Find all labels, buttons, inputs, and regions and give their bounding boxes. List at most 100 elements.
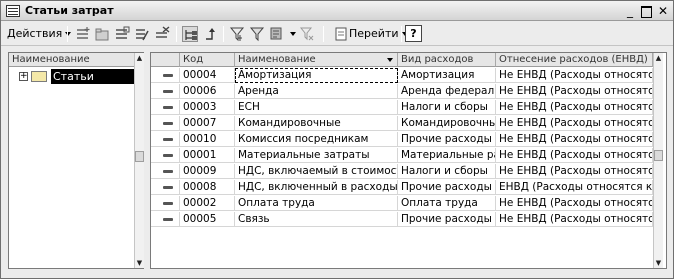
cell-type: Прочие расходы bbox=[398, 180, 496, 195]
table-row[interactable]: 00010 Комиссия посредникам Прочие расход… bbox=[151, 132, 653, 147]
actions-menu[interactable]: Действия bbox=[7, 25, 72, 43]
column-header-type[interactable]: Вид расходов bbox=[398, 53, 496, 67]
chevron-down-icon bbox=[290, 32, 296, 36]
cell-envd: Не ЕНВД (Расходы относятся... bbox=[496, 196, 653, 211]
add-item-icon[interactable] bbox=[75, 26, 91, 42]
cell-type: Налоги и сборы bbox=[398, 164, 496, 179]
item-icon bbox=[163, 122, 173, 125]
table-row[interactable]: 00009 НДС, включаемый в стоимость ... На… bbox=[151, 164, 653, 179]
toolbar-separator bbox=[223, 26, 224, 42]
row-icon-cell bbox=[151, 100, 180, 115]
tree-item-root[interactable]: + Статьи затрат bbox=[9, 68, 135, 98]
cell-type: Амортизация bbox=[398, 68, 496, 83]
cell-name: Материальные затраты bbox=[235, 148, 398, 163]
item-icon bbox=[163, 202, 173, 205]
groups-tree: Наименование + Статьи затрат ▲ ▼ bbox=[8, 52, 144, 269]
cell-type: Оплата труда bbox=[398, 196, 496, 211]
cell-name[interactable]: Амортизация bbox=[235, 68, 398, 83]
filter-history-icon[interactable] bbox=[269, 26, 285, 42]
item-icon bbox=[163, 186, 173, 189]
cell-code: 00010 bbox=[180, 132, 235, 147]
cell-type: Налоги и сборы bbox=[398, 100, 496, 115]
tree-scrollbar[interactable]: ▲ ▼ bbox=[134, 53, 144, 268]
cell-envd: Не ЕНВД (Расходы относятся... bbox=[496, 116, 653, 131]
table-row[interactable]: 00008 НДС, включенный в расходы Прочие р… bbox=[151, 180, 653, 195]
cell-name: НДС, включенный в расходы bbox=[235, 180, 398, 195]
cell-envd: Не ЕНВД (Расходы относятся... bbox=[496, 132, 653, 147]
cell-envd: ЕНВД (Расходы относятся к д... bbox=[496, 180, 653, 195]
set-filter-icon[interactable] bbox=[229, 26, 245, 42]
cell-type: Аренда федераль... bbox=[398, 84, 496, 99]
close-button[interactable]: ✕ bbox=[656, 4, 670, 18]
item-icon bbox=[163, 218, 173, 221]
cell-code: 00005 bbox=[180, 212, 235, 227]
cell-code: 00006 bbox=[180, 84, 235, 99]
item-icon bbox=[163, 74, 173, 77]
tree-column-header[interactable]: Наименование bbox=[9, 53, 135, 67]
actions-label: Действия bbox=[7, 27, 63, 40]
table-row[interactable]: 00003 ЕСН Налоги и сборы Не ЕНВД (Расход… bbox=[151, 100, 653, 115]
minimize-button[interactable]: _ bbox=[623, 4, 637, 18]
add-group-icon[interactable] bbox=[94, 26, 110, 42]
column-header-name[interactable]: Наименование bbox=[235, 53, 398, 67]
filter-history-dropdown[interactable] bbox=[287, 25, 296, 43]
filter-by-value-icon[interactable] bbox=[249, 26, 265, 42]
cell-type: Командировочны... bbox=[398, 116, 496, 131]
copy-icon[interactable] bbox=[114, 26, 130, 42]
column-header-code[interactable]: Код bbox=[180, 53, 235, 67]
column-header-icon bbox=[151, 53, 180, 67]
scroll-up-icon[interactable]: ▲ bbox=[654, 53, 663, 63]
folder-icon bbox=[31, 71, 47, 82]
title-bar: Статьи затрат _ ✕ bbox=[1, 1, 673, 21]
row-icon-cell bbox=[151, 116, 180, 131]
cell-code: 00004 bbox=[180, 68, 235, 83]
cell-envd: Не ЕНВД (Расходы относятся... bbox=[496, 68, 653, 83]
cell-name: ЕСН bbox=[235, 100, 398, 115]
cell-code: 00003 bbox=[180, 100, 235, 115]
row-icon-cell bbox=[151, 132, 180, 147]
column-header-envd[interactable]: Отнесение расходов (ЕНВД) bbox=[496, 53, 653, 67]
item-icon bbox=[163, 138, 173, 141]
table-row[interactable]: 00005 Связь Прочие расходы Не ЕНВД (Расх… bbox=[151, 212, 653, 227]
row-icon-cell bbox=[151, 68, 180, 83]
scroll-thumb[interactable] bbox=[654, 150, 663, 161]
level-up-icon[interactable] bbox=[202, 26, 218, 42]
row-icon-cell bbox=[151, 148, 180, 163]
items-table: Код Наименование Вид расходов Отнесение … bbox=[150, 52, 667, 269]
catalog-window: Статьи затрат _ ✕ Действия Перейти ? Наи… bbox=[0, 0, 674, 279]
edit-icon[interactable] bbox=[134, 26, 150, 42]
clear-filter-icon[interactable] bbox=[299, 26, 315, 42]
item-icon bbox=[163, 106, 173, 109]
cell-code: 00002 bbox=[180, 196, 235, 211]
table-row[interactable]: 00004 Амортизация Амортизация Не ЕНВД (Р… bbox=[151, 68, 653, 83]
scroll-down-icon[interactable]: ▼ bbox=[654, 258, 663, 268]
goto-label: Перейти bbox=[349, 27, 399, 40]
toolbar: Действия Перейти ? bbox=[1, 22, 673, 46]
cell-name: Комиссия посредникам bbox=[235, 132, 398, 147]
scroll-down-icon[interactable]: ▼ bbox=[135, 258, 144, 268]
expand-icon[interactable]: + bbox=[19, 72, 28, 81]
cell-code: 00001 bbox=[180, 148, 235, 163]
cell-envd: Не ЕНВД (Расходы относятся... bbox=[496, 212, 653, 227]
goto-icon[interactable] bbox=[333, 26, 349, 42]
table-scrollbar[interactable]: ▲ ▼ bbox=[653, 53, 663, 268]
hierarchy-view-icon[interactable] bbox=[182, 26, 198, 42]
toolbar-separator bbox=[401, 26, 402, 42]
cell-envd: Не ЕНВД (Расходы относятся... bbox=[496, 100, 653, 115]
cell-type: Прочие расходы bbox=[398, 212, 496, 227]
table-row[interactable]: 00007 Командировочные Командировочны... … bbox=[151, 116, 653, 131]
item-icon bbox=[163, 154, 173, 157]
cell-envd: Не ЕНВД (Расходы относятся... bbox=[496, 84, 653, 99]
table-row[interactable]: 00001 Материальные затраты Материальные … bbox=[151, 148, 653, 163]
maximize-button[interactable] bbox=[639, 4, 653, 18]
cell-code: 00008 bbox=[180, 180, 235, 195]
tree-item-label[interactable]: Статьи затрат bbox=[51, 69, 135, 98]
scroll-thumb[interactable] bbox=[135, 151, 144, 162]
scroll-up-icon[interactable]: ▲ bbox=[135, 53, 144, 63]
goto-menu[interactable]: Перейти bbox=[349, 25, 408, 43]
cell-name: НДС, включаемый в стоимость ... bbox=[235, 164, 398, 179]
help-button[interactable]: ? bbox=[405, 25, 422, 42]
table-row[interactable]: 00006 Аренда Аренда федераль... Не ЕНВД … bbox=[151, 84, 653, 99]
table-row[interactable]: 00002 Оплата труда Оплата труда Не ЕНВД … bbox=[151, 196, 653, 211]
delete-icon[interactable] bbox=[154, 26, 170, 42]
